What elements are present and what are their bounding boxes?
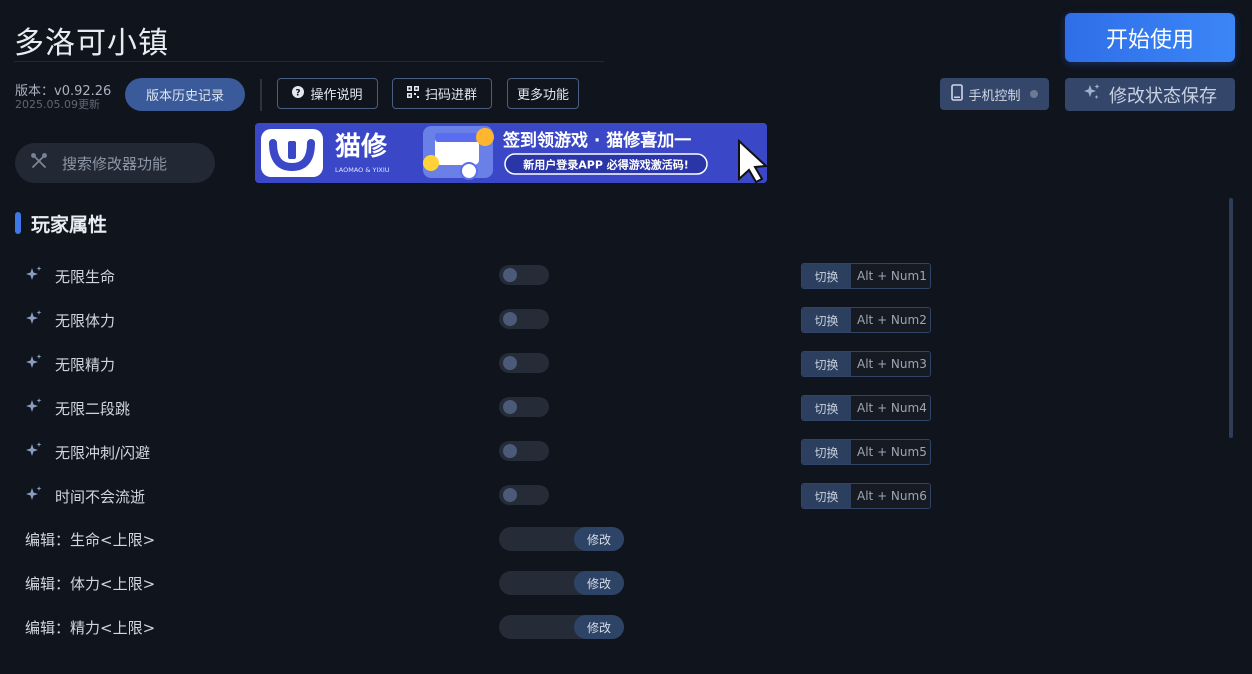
app-title: 多洛可小镇 — [14, 26, 169, 61]
qr-group-button[interactable]: 扫码进群 — [392, 78, 492, 109]
toggle-knob — [503, 312, 517, 326]
feature-row-label: 时间不会流逝 — [25, 485, 145, 507]
toggle-knob — [503, 444, 517, 458]
edit-field[interactable]: 修改 — [499, 527, 624, 551]
feature-row-label: 无限体力 — [25, 309, 115, 331]
phone-control-label: 手机控制 — [968, 88, 1021, 104]
toolbar-divider — [260, 79, 262, 111]
version-history-button[interactable]: 版本历史记录 — [125, 78, 245, 111]
toggle-knob — [503, 356, 517, 370]
hotkey-action: 切换 — [802, 264, 851, 288]
feature-toggle[interactable] — [499, 265, 549, 285]
wrench-icon — [30, 152, 48, 174]
hotkey-keys: Alt + Num5 — [851, 440, 930, 464]
sparkle-icon — [25, 309, 43, 331]
hotkey-keys: Alt + Num2 — [851, 308, 930, 332]
help-label: 操作说明 — [310, 88, 363, 103]
feature-toggle[interactable] — [499, 397, 549, 417]
hotkey-keys: Alt + Num4 — [851, 396, 930, 420]
hotkey-action: 切换 — [802, 396, 851, 420]
feature-label: 无限二段跳 — [55, 399, 131, 418]
search-placeholder: 搜索修改器功能 — [62, 154, 168, 173]
banner-headline: 签到领游戏 · 猫修喜加一 — [502, 130, 691, 151]
hotkey-keys: Alt + Num6 — [851, 484, 930, 508]
sparkle-icon — [25, 265, 43, 287]
help-button[interactable]: ? 操作说明 — [277, 78, 378, 109]
start-button[interactable]: 开始使用 — [1065, 13, 1235, 62]
feature-row-label: 无限生命 — [25, 265, 115, 287]
sparkle-icon — [25, 353, 43, 375]
feature-label: 无限生命 — [55, 267, 116, 286]
hotkey-chip[interactable]: 切换 Alt + Num5 — [801, 439, 931, 465]
feature-label: 无限精力 — [55, 355, 116, 374]
save-state-label: 修改状态保存 — [1109, 85, 1217, 107]
hotkey-chip[interactable]: 切换 Alt + Num6 — [801, 483, 931, 509]
feature-row-label: 无限冲刺/闪避 — [25, 441, 150, 463]
hotkey-chip[interactable]: 切换 Alt + Num4 — [801, 395, 931, 421]
hotkey-action: 切换 — [802, 440, 851, 464]
hotkey-chip[interactable]: 切换 Alt + Num2 — [801, 307, 931, 333]
modify-button[interactable]: 修改 — [574, 571, 624, 595]
modify-button[interactable]: 修改 — [574, 615, 624, 639]
qr-label: 扫码进群 — [424, 88, 477, 103]
status-dot — [1029, 90, 1038, 98]
feature-toggle[interactable] — [499, 485, 549, 505]
scrollbar[interactable] — [1229, 198, 1233, 438]
question-icon: ? — [292, 85, 305, 102]
qr-icon — [406, 85, 419, 102]
banner-brand-sub: LAOMAO & YIXIU — [335, 166, 390, 174]
banner-subline: 新用户登录APP 必得游戏激活码! — [523, 158, 688, 172]
edit-field[interactable]: 修改 — [499, 615, 624, 639]
hotkey-action: 切换 — [802, 308, 851, 332]
feature-toggle[interactable] — [499, 353, 549, 373]
sparkle-icon — [25, 441, 43, 463]
hotkey-keys: Alt + Num1 — [851, 264, 930, 288]
feature-row-label: 无限二段跳 — [25, 397, 130, 419]
hotkey-keys: Alt + Num3 — [851, 352, 930, 376]
more-features-button[interactable]: 更多功能 — [507, 78, 579, 109]
sparkle-icon — [1083, 83, 1101, 106]
feature-label: 时间不会流逝 — [55, 487, 146, 506]
toggle-knob — [503, 268, 517, 282]
svg-text:?: ? — [296, 88, 301, 98]
toggle-knob — [503, 488, 517, 502]
promo-banner[interactable]: 猫修 LAOMAO & YIXIU 签到领游戏 · 猫修喜加一 新用户登录APP… — [255, 123, 767, 183]
feature-label: 无限体力 — [55, 311, 116, 330]
section-header: 玩家属性 — [15, 211, 108, 236]
hotkey-action: 切换 — [802, 484, 851, 508]
feature-toggle[interactable] — [499, 441, 549, 461]
feature-toggle[interactable] — [499, 309, 549, 329]
phone-control-button[interactable]: 手机控制 — [940, 78, 1049, 110]
sparkle-icon — [25, 485, 43, 507]
title-divider — [14, 61, 604, 62]
search-input[interactable]: 搜索修改器功能 — [15, 143, 215, 183]
save-state-button[interactable]: 修改状态保存 — [1065, 78, 1235, 111]
modify-button[interactable]: 修改 — [574, 527, 624, 551]
feature-row-label: 无限精力 — [25, 353, 115, 375]
hotkey-chip[interactable]: 切换 Alt + Num3 — [801, 351, 931, 377]
edit-field[interactable]: 修改 — [499, 571, 624, 595]
banner-brand: 猫修 — [335, 131, 388, 162]
toggle-knob — [503, 400, 517, 414]
section-title: 玩家属性 — [31, 213, 108, 236]
edit-label: 编辑：精力<上限> — [25, 619, 156, 637]
version-date: 2025.05.09更新 — [15, 98, 100, 111]
edit-label: 编辑：体力<上限> — [25, 575, 156, 593]
section-accent-bar — [15, 212, 21, 234]
hotkey-action: 切换 — [802, 352, 851, 376]
hotkey-chip[interactable]: 切换 Alt + Num1 — [801, 263, 931, 289]
feature-label: 无限冲刺/闪避 — [55, 443, 151, 462]
sparkle-icon — [25, 397, 43, 419]
edit-label: 编辑：生命<上限> — [25, 531, 156, 549]
phone-icon — [951, 83, 964, 105]
